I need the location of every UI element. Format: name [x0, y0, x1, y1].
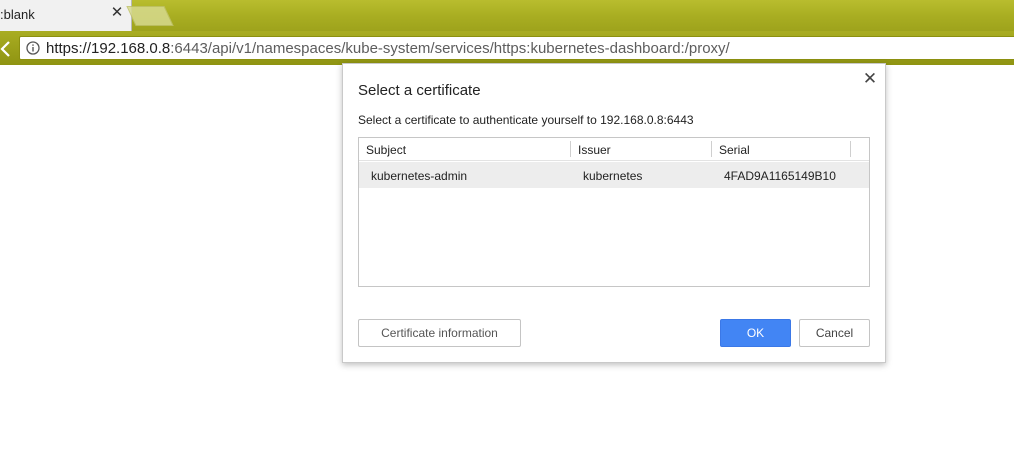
address-bar[interactable]: https://192.168.0.8:6443/api/v1/namespac… [19, 36, 1014, 60]
dialog-title: Select a certificate [358, 82, 481, 99]
column-divider[interactable] [570, 141, 571, 157]
cell-serial: 4FAD9A1165149B10 [724, 169, 836, 183]
column-divider[interactable] [711, 141, 712, 157]
tab-close-icon[interactable]: ✕ [110, 5, 124, 21]
browser-titlebar: :blank ✕ [0, 0, 1014, 31]
new-tab-button[interactable] [126, 6, 174, 26]
column-header-issuer[interactable]: Issuer [578, 143, 611, 157]
cell-issuer: kubernetes [583, 169, 643, 183]
browser-tab[interactable]: :blank ✕ [0, 0, 132, 31]
certificate-information-button[interactable]: Certificate information [358, 319, 521, 347]
tab-title: :blank [0, 7, 35, 22]
dialog-close-icon[interactable]: ✕ [860, 69, 880, 89]
table-header: Subject Issuer Serial [359, 138, 869, 161]
cell-subject: kubernetes-admin [371, 169, 468, 183]
column-divider[interactable] [850, 141, 851, 157]
ok-button[interactable]: OK [720, 319, 791, 347]
certificate-table: Subject Issuer Serial kubernetes-admin k… [358, 137, 870, 287]
column-header-serial[interactable]: Serial [719, 143, 750, 157]
url-text[interactable]: https://192.168.0.8:6443/api/v1/namespac… [46, 40, 730, 57]
dialog-description: Select a certificate to authenticate you… [358, 113, 694, 127]
back-arrow-icon[interactable] [0, 39, 12, 59]
cancel-button[interactable]: Cancel [799, 319, 870, 347]
select-certificate-dialog: ✕ Select a certificate Select a certific… [342, 63, 886, 363]
browser-toolbar: https://192.168.0.8:6443/api/v1/namespac… [0, 31, 1014, 65]
url-path: :6443/api/v1/namespaces/kube-system/serv… [170, 40, 730, 57]
info-icon[interactable] [26, 41, 40, 55]
column-header-subject[interactable]: Subject [366, 143, 406, 157]
table-row[interactable]: kubernetes-admin kubernetes 4FAD9A116514… [359, 162, 869, 188]
url-host: https://192.168.0.8 [46, 40, 171, 57]
